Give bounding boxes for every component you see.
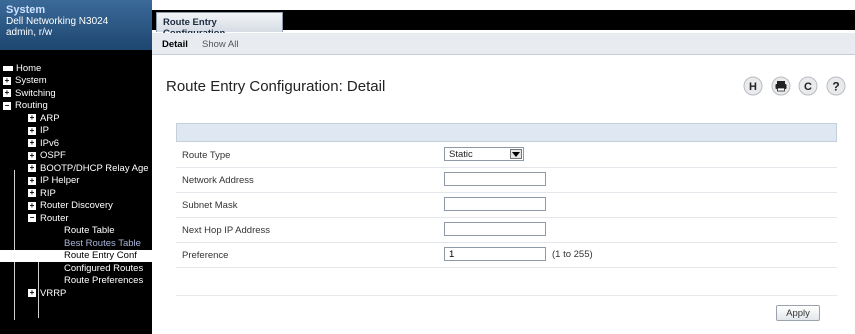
subnet-mask-input[interactable] bbox=[444, 197, 546, 211]
sidebar-item-label: IP bbox=[40, 125, 49, 137]
sidebar-item-route-table[interactable]: Route Table bbox=[0, 225, 152, 238]
sidebar-item-label: Configured Routes bbox=[64, 262, 144, 274]
system-header: System Dell Networking N3024 admin, r/w bbox=[0, 0, 152, 50]
subtab-bar: Detail Show All bbox=[152, 33, 855, 55]
sidebar-item-router-discovery[interactable]: + Router Discovery bbox=[0, 200, 152, 213]
sidebar-item-route-preferences[interactable]: Route Preferences bbox=[0, 275, 152, 288]
form-header-bar bbox=[176, 123, 837, 142]
sidebar-item-system[interactable]: + System bbox=[0, 75, 152, 88]
sidebar-item-label: VRRP bbox=[40, 287, 67, 299]
system-user: admin, r/w bbox=[6, 27, 53, 38]
sidebar-item-label: Route Entry Conf bbox=[64, 250, 137, 262]
preference-label: Preference bbox=[182, 250, 229, 261]
expand-icon[interactable]: + bbox=[28, 176, 36, 185]
sidebar-item-rip[interactable]: + RIP bbox=[0, 187, 152, 200]
collapse-icon[interactable]: − bbox=[3, 101, 11, 110]
expand-icon[interactable]: + bbox=[28, 139, 36, 148]
sidebar-item-label: Routing bbox=[15, 100, 48, 112]
sidebar-item-best-routes-table[interactable]: Best Routes Table bbox=[0, 237, 152, 250]
refresh-icon[interactable]: C bbox=[798, 76, 818, 96]
sidebar-item-configured-routes[interactable]: Configured Routes bbox=[0, 262, 152, 275]
sidebar-item-home[interactable]: Home bbox=[0, 62, 152, 75]
sidebar-item-label: IPv6 bbox=[40, 137, 60, 149]
form-row-network-address: Network Address bbox=[176, 168, 837, 193]
sidebar-item-ip-helper[interactable]: + IP Helper bbox=[0, 175, 152, 188]
form-row-route-type: Route Type Static bbox=[176, 143, 837, 168]
sidebar-item-label: Router Discovery bbox=[40, 200, 113, 212]
preference-input[interactable] bbox=[444, 247, 546, 261]
nav-divider bbox=[0, 50, 152, 62]
expand-icon[interactable]: + bbox=[28, 289, 36, 298]
home-icon bbox=[3, 65, 13, 71]
sidebar-item-ospf[interactable]: + OSPF bbox=[0, 150, 152, 163]
tab-bar: Route Entry Configuration bbox=[152, 0, 855, 39]
expand-icon[interactable]: + bbox=[28, 164, 36, 173]
sidebar-item-route-entry-conf[interactable]: Route Entry Conf bbox=[0, 249, 152, 262]
route-type-value: Static bbox=[449, 149, 473, 160]
chevron-down-icon[interactable] bbox=[510, 149, 522, 159]
sidebar-item-label: Route Preferences bbox=[64, 275, 144, 287]
help-h-icon[interactable]: H bbox=[743, 76, 763, 96]
network-address-input[interactable] bbox=[444, 172, 546, 186]
preference-control: (1 to 255) bbox=[444, 247, 644, 263]
system-model: Dell Networking N3024 bbox=[6, 16, 109, 27]
nav-tree: Home + System + Switching − Routing + ARP + IP + IPv… bbox=[0, 62, 152, 300]
network-address-label: Network Address bbox=[182, 175, 254, 186]
route-type-label: Route Type bbox=[182, 150, 231, 161]
sidebar-item-switching[interactable]: + Switching bbox=[0, 87, 152, 100]
expand-icon[interactable]: + bbox=[3, 76, 11, 85]
preference-range: (1 to 255) bbox=[552, 249, 593, 260]
subtab-detail[interactable]: Detail bbox=[162, 39, 188, 50]
sidebar-item-bootp-dhcp-relay-age[interactable]: + BOOTP/DHCP Relay Age bbox=[0, 162, 152, 175]
question-icon[interactable]: ? bbox=[826, 76, 846, 96]
print-icon[interactable] bbox=[771, 76, 791, 96]
sidebar-item-ip[interactable]: + IP bbox=[0, 125, 152, 138]
subtab-show-all[interactable]: Show All bbox=[202, 39, 238, 50]
tab-route-entry-configuration[interactable]: Route Entry Configuration bbox=[156, 12, 283, 39]
sidebar-item-label: OSPF bbox=[40, 150, 66, 162]
sidebar-item-label: System bbox=[15, 75, 47, 87]
sidebar-item-vrrp[interactable]: + VRRP bbox=[0, 287, 152, 300]
expand-icon[interactable]: + bbox=[28, 189, 36, 198]
next-hop-label: Next Hop IP Address bbox=[182, 225, 271, 236]
sidebar-item-label: Best Routes Table bbox=[64, 237, 141, 249]
footer-divider bbox=[176, 295, 837, 296]
subnet-mask-label: Subnet Mask bbox=[182, 200, 238, 211]
sidebar-item-ipv6[interactable]: + IPv6 bbox=[0, 137, 152, 150]
system-title: System bbox=[6, 4, 46, 16]
expand-icon[interactable]: + bbox=[28, 114, 36, 123]
sidebar-item-label: Router bbox=[40, 212, 69, 224]
sidebar-item-label: IP Helper bbox=[40, 175, 80, 187]
next-hop-input[interactable] bbox=[444, 222, 546, 236]
sidebar-item-label: Switching bbox=[15, 87, 56, 99]
sidebar-item-label: RIP bbox=[40, 187, 56, 199]
sidebar-item-label: BOOTP/DHCP Relay Age bbox=[40, 162, 149, 174]
apply-button[interactable]: Apply bbox=[776, 305, 820, 321]
form-row-subnet-mask: Subnet Mask bbox=[176, 193, 837, 218]
expand-icon[interactable]: + bbox=[28, 126, 36, 135]
form-row-next-hop: Next Hop IP Address bbox=[176, 218, 837, 243]
sidebar-item-router[interactable]: − Router bbox=[0, 212, 152, 225]
sidebar-item-label: ARP bbox=[40, 112, 60, 124]
svg-text:H: H bbox=[749, 81, 757, 93]
collapse-icon[interactable]: − bbox=[28, 214, 36, 223]
sidebar: System Dell Networking N3024 admin, r/w … bbox=[0, 0, 152, 334]
expand-icon[interactable]: + bbox=[28, 151, 36, 160]
svg-text:C: C bbox=[804, 81, 812, 93]
page-title: Route Entry Configuration: Detail bbox=[166, 78, 386, 95]
sidebar-item-arp[interactable]: + ARP bbox=[0, 112, 152, 125]
svg-text:?: ? bbox=[832, 80, 839, 94]
sidebar-item-routing[interactable]: − Routing bbox=[0, 100, 152, 113]
expand-icon[interactable]: + bbox=[28, 201, 36, 210]
sidebar-item-label: Home bbox=[16, 62, 42, 74]
expand-icon[interactable]: + bbox=[3, 89, 11, 98]
form-row-preference: Preference (1 to 255) bbox=[176, 243, 837, 268]
sidebar-item-label: Route Table bbox=[64, 225, 115, 237]
route-type-select[interactable]: Static bbox=[444, 147, 524, 161]
